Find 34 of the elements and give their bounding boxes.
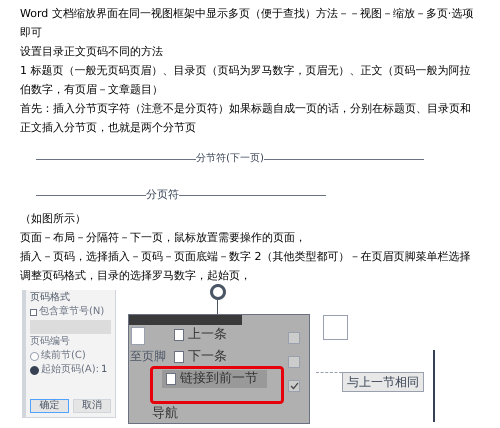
- document-icon: [174, 329, 184, 341]
- body-paragraph: Word 文档缩放界面在同一视图框架中显示多页（便于查找）方法－－视图－缩放－多页·选项即可: [20, 6, 474, 41]
- body-paragraph: 1 标题页（一般无页码页眉）、目录页（页码为罗马数字，页眉无）、正文（页码一般为阿拉伯数字，有页眉－文章题目）: [20, 63, 472, 98]
- body-paragraph: （如图所示）: [20, 211, 87, 227]
- ribbon-button[interactable]: 上一条: [170, 326, 267, 344]
- radio-label: 续前节(C): [41, 350, 86, 362]
- ribbon-button[interactable]: 链接到前一节: [162, 370, 267, 388]
- document-icon: [174, 351, 184, 363]
- group-label: 页码编号: [30, 336, 71, 348]
- checkbox[interactable]: [30, 308, 37, 316]
- ribbon-button[interactable]: 下一条: [170, 348, 267, 366]
- checkmark-icon: [290, 382, 298, 390]
- checkbox[interactable]: [288, 356, 300, 368]
- footer-label: 至页脚: [130, 348, 166, 365]
- group-label: 导航: [152, 405, 178, 423]
- dialog-title: 页码格式: [30, 292, 71, 304]
- start-value: 1: [101, 364, 108, 376]
- footer-tag: 与上一节相同: [342, 372, 424, 392]
- radio-label: 起始页码(A):: [41, 364, 100, 376]
- checkbox-label: 包含章节号(N): [39, 306, 104, 318]
- checkbox[interactable]: [288, 380, 300, 392]
- body-paragraph: 页面－布局－分隔符－下一页，鼠标放置需要操作的页面，: [20, 230, 307, 246]
- body-paragraph: 首先：插入分节页字符（注意不是分页符）如果标题自成一页的话，分别在标题页、目录页和正文插入分节页，也就是两个分节页: [20, 101, 472, 136]
- radio-button[interactable]: [30, 366, 39, 374]
- page-icon: [131, 327, 145, 345]
- document-icon: [166, 373, 176, 385]
- dialog-button[interactable]: 取消: [72, 399, 111, 413]
- checkbox[interactable]: [288, 332, 300, 344]
- section-break-label: 分节符(下一页): [196, 153, 264, 165]
- radio-button[interactable]: [30, 352, 39, 360]
- body-paragraph: 插入－页码，选择插入－页码－页面底端－数字 2（其他类型都可）－在页眉页脚菜单栏选择调整页码格式，目录的选择罗马数字，起始页，: [20, 249, 472, 284]
- body-paragraph: 设置目录正文页码不同的方法: [20, 44, 164, 60]
- dialog-button[interactable]: 确定: [30, 399, 68, 413]
- page-break-label: 分页符: [146, 189, 179, 201]
